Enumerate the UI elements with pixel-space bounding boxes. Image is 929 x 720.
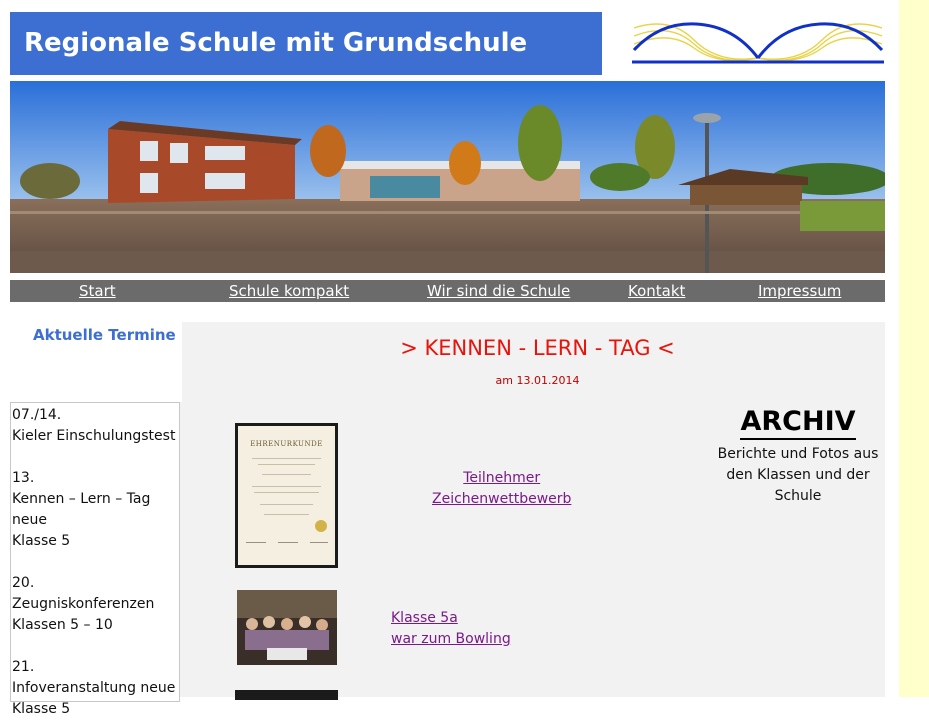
event-date: 13. xyxy=(12,470,35,486)
termine-list: 07./14. Kieler Einschulungstest 13. Kenn… xyxy=(10,402,180,717)
event-text: Klasse 5 xyxy=(12,701,71,717)
certificate-title: EHRENURKUNDE xyxy=(250,440,323,448)
page-heading: > KENNEN - LERN - TAG < xyxy=(400,336,675,360)
termine-title: Aktuelle Termine xyxy=(33,326,176,344)
link-line: Klasse 5a xyxy=(391,610,458,626)
event-item: 13. Kennen – Lern – Tag neue Klasse 5 xyxy=(12,468,178,552)
nav-link-wir-sind-die-schule[interactable]: Wir sind die Schule xyxy=(427,282,570,300)
school-panorama-photo xyxy=(10,81,885,273)
archiv-section: ARCHIV Berichte und Fotos aus den Klasse… xyxy=(710,406,886,507)
nav-link-start[interactable]: Start xyxy=(79,282,116,300)
archiv-link[interactable]: ARCHIV xyxy=(740,406,856,440)
termine-header: Aktuelle Termine xyxy=(10,322,182,402)
event-date: 21. xyxy=(12,659,35,675)
link-line: Teilnehmer xyxy=(463,470,541,486)
link-line: Zeichenwettbewerb xyxy=(432,491,572,507)
main-navigation: Start Schule kompakt Wir sind die Schule… xyxy=(10,280,885,302)
event-text: Kieler Einschulungstest xyxy=(12,428,176,444)
nav-link-impressum[interactable]: Impressum xyxy=(758,282,841,300)
event-date: 07./14. xyxy=(12,407,62,423)
book-logo-icon xyxy=(632,22,884,64)
event-date: 20. xyxy=(12,575,35,591)
link-klasse-5a-bowling[interactable]: Klasse 5a war zum Bowling xyxy=(391,608,511,650)
link-line: war zum Bowling xyxy=(391,631,511,647)
event-text: Klassen 5 – 10 xyxy=(12,617,113,633)
certificate-image[interactable]: EHRENURKUNDE xyxy=(235,423,338,568)
event-item: 21. Infoveranstaltung neue Klasse 5 xyxy=(12,657,178,720)
archiv-description: Berichte und Fotos aus den Klassen und d… xyxy=(717,446,879,504)
site-title: Regionale Schule mit Grundschule Marnitz xyxy=(10,12,602,121)
event-text: Infoveranstaltung neue xyxy=(12,680,176,696)
event-text: Klasse 5 xyxy=(12,533,71,549)
main-content: Aktuelle Termine > KENNEN - LERN - TAG <… xyxy=(10,322,886,717)
thumbnail-image[interactable] xyxy=(235,690,338,700)
right-side-strip xyxy=(899,0,929,697)
bowling-class-photo[interactable] xyxy=(237,590,337,665)
event-item: 20. Zeugniskonferenzen Klassen 5 – 10 xyxy=(12,573,178,636)
nav-link-kontakt[interactable]: Kontakt xyxy=(628,282,685,300)
event-text: Zeugniskonferenzen xyxy=(12,596,155,612)
event-item: 07./14. Kieler Einschulungstest xyxy=(12,405,178,447)
link-teilnehmer-zeichenwettbewerb[interactable]: Teilnehmer Zeichenwettbewerb xyxy=(432,468,571,510)
page-subheading: am 13.01.2014 xyxy=(495,374,580,387)
nav-link-schule-kompakt[interactable]: Schule kompakt xyxy=(229,282,349,300)
event-text: Kennen – Lern – Tag neue xyxy=(12,491,151,528)
